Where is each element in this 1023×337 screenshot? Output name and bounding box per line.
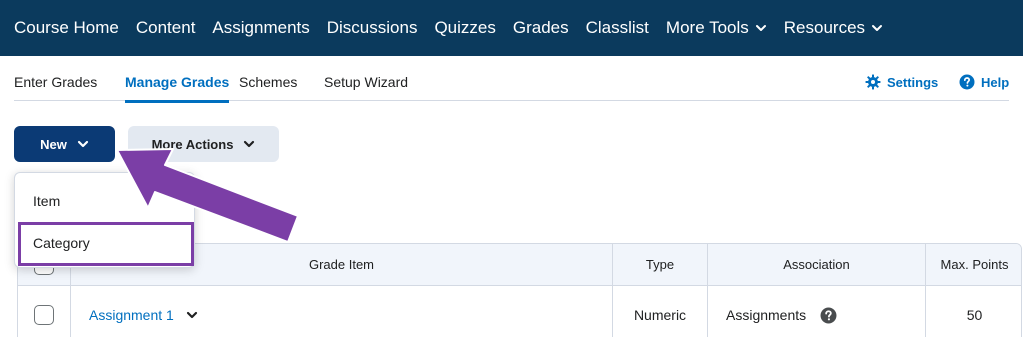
nav-content[interactable]: Content xyxy=(136,18,196,38)
gear-icon xyxy=(865,74,881,90)
nav-quizzes[interactable]: Quizzes xyxy=(434,18,495,38)
nav-more-tools[interactable]: More Tools xyxy=(666,18,767,38)
more-actions-button[interactable]: More Actions xyxy=(128,126,279,162)
chevron-down-icon xyxy=(244,140,255,148)
nav-discussions-label: Discussions xyxy=(326,18,418,37)
nav-content-label: Content xyxy=(135,18,196,37)
grade-item-cell: Assignment 1 xyxy=(71,286,613,337)
chevron-down-icon[interactable] xyxy=(186,309,198,321)
tab-setup-wizard[interactable]: Setup Wizard xyxy=(324,74,408,90)
type-cell: Numeric xyxy=(613,286,708,337)
new-button[interactable]: New xyxy=(14,126,115,162)
nav-resources[interactable]: Resources xyxy=(784,18,883,38)
nav-course-home[interactable]: Course Home xyxy=(14,18,119,38)
question-circle-icon[interactable] xyxy=(820,307,837,324)
chevron-down-icon xyxy=(872,25,883,31)
grades-subnav: Enter Grades Manage Grades Schemes Setup… xyxy=(14,56,1009,103)
tab-manage-grades[interactable]: Manage Grades xyxy=(125,74,230,103)
menu-item-item[interactable]: Item xyxy=(16,181,194,221)
tab-enter-grades[interactable]: Enter Grades xyxy=(14,74,97,90)
settings-link[interactable]: Settings xyxy=(865,74,938,90)
column-header-max-points[interactable]: Max. Points xyxy=(926,244,1021,285)
nav-assignments-label: Assignments xyxy=(212,18,310,37)
row-select-cell xyxy=(18,286,71,337)
max-points-cell: 50 xyxy=(966,307,983,323)
nav-resources-label: Resources xyxy=(783,18,866,37)
row-checkbox[interactable] xyxy=(34,305,54,325)
table-row: Assignment 1 Numeric Assignments 50 xyxy=(18,286,1021,337)
menu-item-category[interactable]: Category xyxy=(16,223,194,263)
nav-grades[interactable]: Grades xyxy=(513,18,569,38)
association-label: Assignments xyxy=(726,307,807,323)
grade-item-link[interactable]: Assignment 1 xyxy=(89,307,174,323)
nav-grades-label: Grades xyxy=(512,18,569,37)
nav-discussions[interactable]: Discussions xyxy=(327,18,418,38)
nav-quizzes-label: Quizzes xyxy=(434,18,496,37)
help-link[interactable]: Help xyxy=(959,74,1009,90)
column-header-type[interactable]: Type xyxy=(613,244,708,285)
new-button-label: New xyxy=(40,136,67,152)
nav-course-home-label: Course Home xyxy=(14,18,119,37)
nav-assignments[interactable]: Assignments xyxy=(212,18,309,38)
course-navbar: Course Home Content Assignments Discussi… xyxy=(0,0,1023,56)
association-cell: Assignments xyxy=(708,286,926,337)
help-label: Help xyxy=(981,74,1010,90)
column-header-association[interactable]: Association xyxy=(708,244,926,285)
chevron-down-icon xyxy=(755,25,766,31)
more-actions-label: More Actions xyxy=(151,136,234,152)
question-circle-icon xyxy=(959,74,975,90)
tab-schemes[interactable]: Schemes xyxy=(239,74,297,90)
settings-label: Settings xyxy=(887,74,939,90)
new-dropdown-menu: Item Category xyxy=(14,172,195,268)
nav-more-tools-label: More Tools xyxy=(665,18,749,37)
nav-classlist-label: Classlist xyxy=(585,18,649,37)
chevron-down-icon xyxy=(77,140,88,148)
nav-classlist[interactable]: Classlist xyxy=(586,18,649,38)
